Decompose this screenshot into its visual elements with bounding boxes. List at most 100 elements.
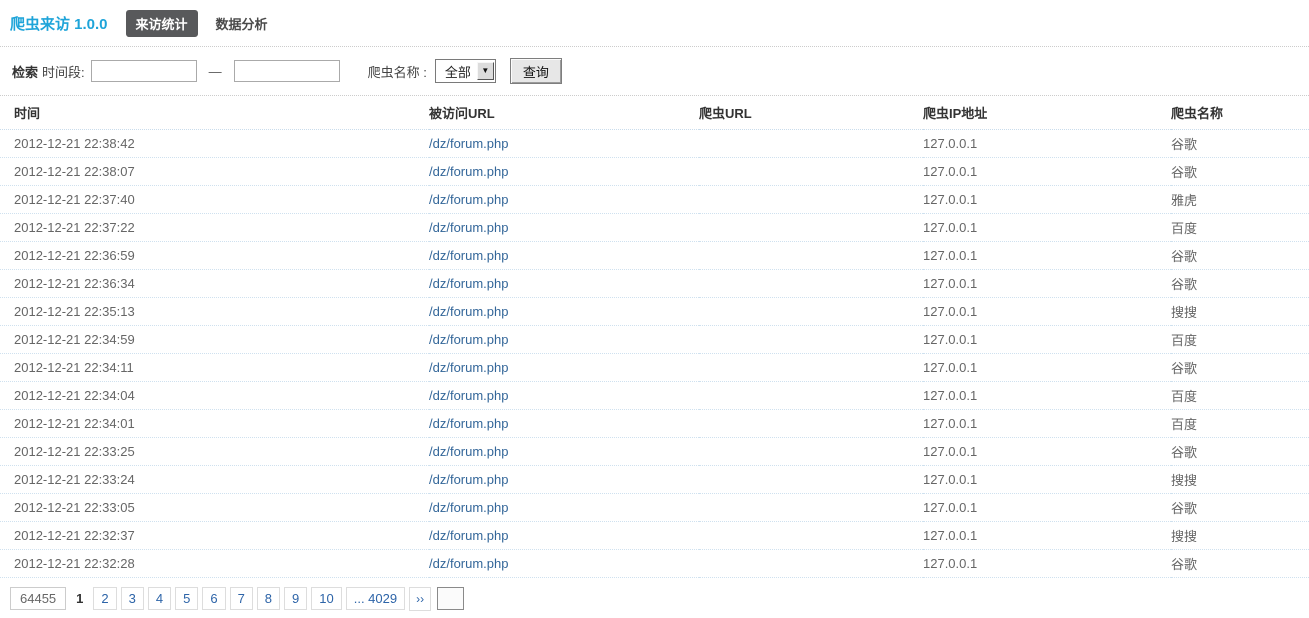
page-link[interactable]: 10 — [311, 587, 342, 610]
row-crawler-url — [699, 269, 923, 298]
table-header-row: 时间 被访问URL 爬虫URL 爬虫IP地址 爬虫名称 — [0, 96, 1309, 130]
chevron-down-icon: ▼ — [476, 62, 494, 80]
visited-url-link[interactable]: /dz/forum.php — [429, 388, 509, 403]
crawler-name-select[interactable]: 全部 ▼ — [434, 59, 496, 83]
row-time: 2012-12-21 22:33:24 — [0, 465, 429, 494]
row-crawler-name: 百度 — [1171, 409, 1309, 438]
table-row: 2012-12-21 22:37:40 /dz/forum.php 127.0.… — [0, 185, 1309, 214]
row-crawler-url — [699, 157, 923, 186]
table-row: 2012-12-21 22:38:07 /dz/forum.php 127.0.… — [0, 157, 1309, 186]
row-crawler-url — [699, 437, 923, 466]
page-link[interactable]: 9 — [284, 587, 308, 610]
crawler-visits-table: 时间 被访问URL 爬虫URL 爬虫IP地址 爬虫名称 2012-12-21 2… — [0, 96, 1309, 578]
total-count: 64455 — [10, 587, 67, 610]
row-crawler-url — [699, 297, 923, 326]
row-crawler-name: 谷歌 — [1171, 241, 1309, 270]
crawler-name-select-value: 全部 — [444, 64, 471, 80]
row-crawler-url — [699, 325, 923, 354]
row-crawler-ip: 127.0.0.1 — [923, 409, 1171, 438]
row-visited-url: /dz/forum.php — [429, 213, 699, 242]
col-header-crawler-ip: 爬虫IP地址 — [923, 96, 1171, 130]
row-time: 2012-12-21 22:36:59 — [0, 241, 429, 270]
visited-url-link[interactable]: /dz/forum.php — [429, 220, 509, 235]
col-header-crawler-name: 爬虫名称 — [1171, 96, 1309, 130]
row-crawler-name: 谷歌 — [1171, 269, 1309, 298]
page-link[interactable]: 6 — [202, 587, 226, 610]
row-crawler-url — [699, 493, 923, 522]
table-row: 2012-12-21 22:34:59 /dz/forum.php 127.0.… — [0, 325, 1309, 354]
table-row: 2012-12-21 22:36:34 /dz/forum.php 127.0.… — [0, 269, 1309, 298]
row-visited-url: /dz/forum.php — [429, 437, 699, 466]
row-crawler-name: 搜搜 — [1171, 465, 1309, 494]
tab-visit-stats[interactable]: 来访统计 — [125, 9, 198, 37]
pagination: 64455 1 2 3 4 5 6 7 8 9 10 ... 4029 ›› — [10, 586, 1309, 611]
visited-url-link[interactable]: /dz/forum.php — [429, 500, 509, 515]
visited-url-link[interactable]: /dz/forum.php — [429, 472, 509, 487]
row-crawler-ip: 127.0.0.1 — [923, 353, 1171, 382]
page-link[interactable]: 4 — [147, 587, 172, 610]
row-crawler-url — [699, 353, 923, 382]
table-row: 2012-12-21 22:38:42 /dz/forum.php 127.0.… — [0, 129, 1309, 158]
visited-url-link[interactable]: /dz/forum.php — [429, 276, 509, 291]
row-visited-url: /dz/forum.php — [429, 269, 699, 298]
search-bar: 检索 时间段: — 爬虫名称 : 全部 ▼ 查询 — [0, 47, 1309, 96]
visited-url-link[interactable]: /dz/forum.php — [429, 444, 509, 459]
row-crawler-ip: 127.0.0.1 — [923, 325, 1171, 354]
row-visited-url: /dz/forum.php — [429, 549, 699, 578]
row-crawler-ip: 127.0.0.1 — [923, 213, 1171, 242]
row-crawler-url — [699, 213, 923, 242]
row-crawler-url — [699, 549, 923, 578]
page-link[interactable]: 7 — [229, 587, 253, 610]
table-row: 2012-12-21 22:37:22 /dz/forum.php 127.0.… — [0, 213, 1309, 242]
table-row: 2012-12-21 22:35:13 /dz/forum.php 127.0.… — [0, 297, 1309, 326]
row-crawler-ip: 127.0.0.1 — [923, 297, 1171, 326]
next-page-link[interactable]: ›› — [409, 586, 432, 611]
last-page-link[interactable]: ... 4029 — [345, 587, 406, 610]
table-row: 2012-12-21 22:33:05 /dz/forum.php 127.0.… — [0, 493, 1309, 522]
row-time: 2012-12-21 22:37:22 — [0, 213, 429, 242]
visited-url-link[interactable]: /dz/forum.php — [429, 304, 509, 319]
range-dash: — — [208, 63, 222, 79]
end-time-input[interactable] — [233, 60, 340, 82]
query-button[interactable]: 查询 — [509, 58, 562, 84]
row-crawler-ip: 127.0.0.1 — [923, 269, 1171, 298]
time-range-label: 时间段: — [42, 64, 85, 80]
row-crawler-url — [699, 129, 923, 158]
row-visited-url: /dz/forum.php — [429, 157, 699, 186]
visited-url-link[interactable]: /dz/forum.php — [429, 332, 509, 347]
row-time: 2012-12-21 22:37:40 — [0, 185, 429, 214]
row-crawler-ip: 127.0.0.1 — [923, 493, 1171, 522]
row-crawler-name: 谷歌 — [1171, 157, 1309, 186]
row-crawler-ip: 127.0.0.1 — [923, 549, 1171, 578]
page-link[interactable]: 5 — [175, 587, 199, 610]
start-time-input[interactable] — [90, 60, 197, 82]
visited-url-link[interactable]: /dz/forum.php — [429, 528, 509, 543]
page-link[interactable]: 8 — [256, 587, 281, 610]
visited-url-link[interactable]: /dz/forum.php — [429, 192, 509, 207]
row-time: 2012-12-21 22:32:28 — [0, 549, 429, 578]
visited-url-link[interactable]: /dz/forum.php — [429, 248, 509, 263]
page-link[interactable]: 3 — [120, 587, 144, 610]
table-body: 2012-12-21 22:38:42 /dz/forum.php 127.0.… — [0, 129, 1309, 578]
table-row: 2012-12-21 22:33:24 /dz/forum.php 127.0.… — [0, 465, 1309, 494]
visited-url-link[interactable]: /dz/forum.php — [429, 136, 509, 151]
row-visited-url: /dz/forum.php — [429, 129, 699, 158]
row-crawler-url — [699, 521, 923, 550]
visited-url-link[interactable]: /dz/forum.php — [429, 360, 509, 375]
row-crawler-name: 搜搜 — [1171, 297, 1309, 326]
col-header-crawler-url: 爬虫URL — [699, 96, 923, 130]
visited-url-link[interactable]: /dz/forum.php — [429, 416, 509, 431]
row-crawler-ip: 127.0.0.1 — [923, 129, 1171, 158]
row-time: 2012-12-21 22:36:34 — [0, 269, 429, 298]
row-time: 2012-12-21 22:34:04 — [0, 381, 429, 410]
tab-data-analysis[interactable]: 数据分析 — [206, 10, 278, 37]
table-row: 2012-12-21 22:32:28 /dz/forum.php 127.0.… — [0, 549, 1309, 578]
visited-url-link[interactable]: /dz/forum.php — [429, 556, 509, 571]
row-crawler-ip: 127.0.0.1 — [923, 185, 1171, 214]
visited-url-link[interactable]: /dz/forum.php — [429, 164, 509, 179]
page-jump-input[interactable] — [437, 587, 465, 610]
row-crawler-name: 谷歌 — [1171, 129, 1309, 158]
page-link[interactable]: 2 — [93, 587, 117, 610]
row-time: 2012-12-21 22:32:37 — [0, 521, 429, 550]
row-visited-url: /dz/forum.php — [429, 353, 699, 382]
